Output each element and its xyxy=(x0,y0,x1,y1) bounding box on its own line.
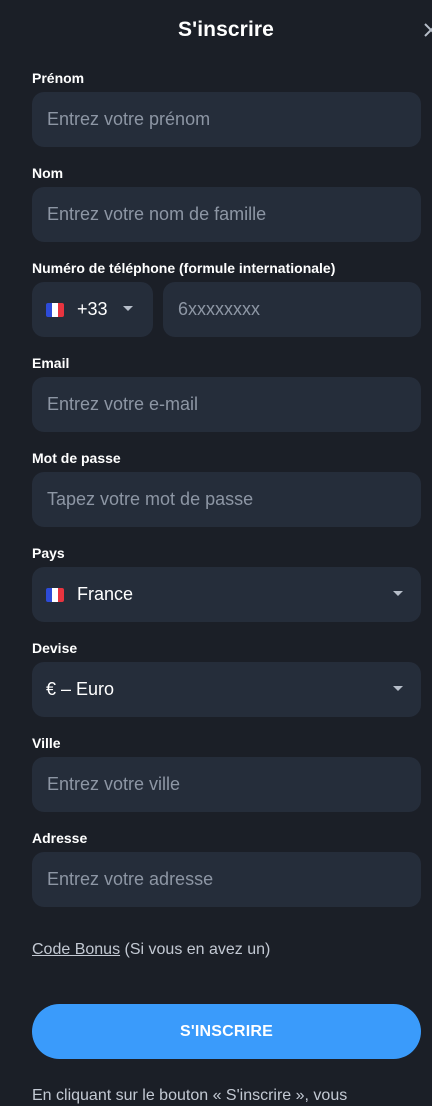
france-flag-icon xyxy=(46,302,64,317)
phone-country-code-select[interactable]: +33 xyxy=(32,282,153,337)
close-icon[interactable] xyxy=(420,18,432,42)
password-input[interactable] xyxy=(32,472,421,527)
country-label: Pays xyxy=(32,545,65,561)
currency-label: Devise xyxy=(32,640,78,656)
currency-select[interactable]: € – Euro xyxy=(32,662,421,717)
country-select[interactable]: France xyxy=(32,567,421,622)
city-input[interactable] xyxy=(32,757,421,812)
phone-number-input[interactable] xyxy=(163,282,421,337)
password-label: Mot de passe xyxy=(32,450,121,466)
last-name-input[interactable] xyxy=(32,187,421,242)
page-title: S'inscrire xyxy=(178,18,274,41)
register-button[interactable]: S'INSCRIRE xyxy=(32,1004,421,1059)
chevron-down-icon xyxy=(123,306,133,311)
email-input[interactable] xyxy=(32,377,421,432)
france-flag-icon xyxy=(46,587,64,602)
registration-screen: S'inscrire Prénom Nom Numéro de téléphon… xyxy=(0,0,432,1106)
email-label: Email xyxy=(32,355,70,371)
first-name-label: Prénom xyxy=(32,70,85,86)
bonus-code-row: Code Bonus (Si vous en avez un) xyxy=(32,941,270,959)
address-input[interactable] xyxy=(32,852,421,907)
country-code-value: +33 xyxy=(77,299,108,319)
bonus-code-link[interactable]: Code Bonus xyxy=(32,941,120,958)
first-name-input[interactable] xyxy=(32,92,421,147)
currency-value: € – Euro xyxy=(46,679,115,699)
chevron-down-icon xyxy=(393,591,403,596)
phone-label: Numéro de téléphone (formule internation… xyxy=(32,260,336,276)
country-value: France xyxy=(77,584,134,604)
address-label: Adresse xyxy=(32,830,88,846)
last-name-label: Nom xyxy=(32,165,64,181)
chevron-down-icon xyxy=(393,686,403,691)
bonus-code-note: (Si vous en avez un) xyxy=(124,941,271,958)
city-label: Ville xyxy=(32,735,61,751)
terms-text: En cliquant sur le bouton « S'inscrire »… xyxy=(32,1087,348,1104)
